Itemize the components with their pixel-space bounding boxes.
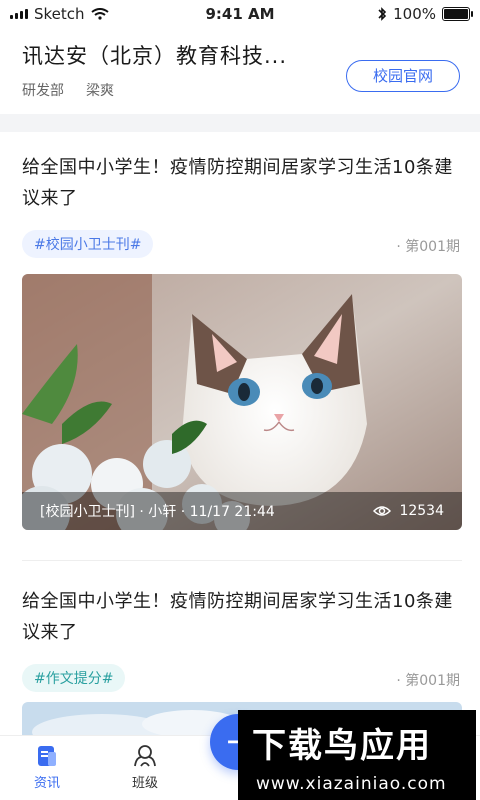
- article-title[interactable]: 给全国中小学生！疫情防控期间居家学习生活10条建议来了: [22, 586, 462, 648]
- nav-label: 班级: [131, 776, 158, 791]
- nav-label: 资讯: [33, 776, 60, 791]
- view-count-value: 12534: [399, 503, 444, 519]
- watermark-banner: 下载鸟应用 www.xiazainiao.com: [238, 710, 476, 800]
- class-icon: [134, 745, 156, 767]
- cover-caption-bar: [校园小卫士刊] · 小轩 · 11/17 21:44 12534: [22, 492, 462, 530]
- topic-tag[interactable]: #作文提分#: [22, 664, 126, 692]
- user-name: 梁爽: [86, 83, 114, 99]
- topic-tag[interactable]: #校园小卫士刊#: [22, 230, 154, 258]
- tag-row: #校园小卫士刊# · 第001期: [22, 226, 462, 262]
- campus-site-button[interactable]: 校园官网: [346, 60, 460, 92]
- tag-row: #作文提分# · 第001期: [22, 660, 462, 696]
- battery-percent: 100%: [393, 5, 436, 23]
- issue-number: · 第001期: [396, 673, 460, 689]
- status-bar: Sketch 9:41 AM 100%: [0, 0, 480, 28]
- watermark-logo: 下载鸟应用: [252, 726, 432, 766]
- watermark-url: www.xiazainiao.com: [256, 774, 447, 794]
- section-separator: [0, 114, 480, 132]
- battery-icon: [442, 7, 473, 21]
- news-icon: [38, 746, 56, 766]
- view-count: 12534: [373, 503, 444, 519]
- eye-icon: [373, 506, 392, 516]
- nav-item-class[interactable]: 班级: [110, 744, 180, 791]
- org-header: 讯达安（北京）教育科技... 研发部 梁爽 校园官网: [22, 40, 462, 110]
- feed-card[interactable]: 给全国中小学生！疫情防控期间居家学习生活10条建议来了 #校园小卫士刊# · 第…: [22, 152, 462, 262]
- card-divider: [22, 560, 462, 561]
- cover-caption: [校园小卫士刊] · 小轩 · 11/17 21:44: [40, 504, 275, 520]
- article-cover-image[interactable]: [校园小卫士刊] · 小轩 · 11/17 21:44 12534: [22, 274, 462, 530]
- article-title[interactable]: 给全国中小学生！疫情防控期间居家学习生活10条建议来了: [22, 152, 462, 214]
- nav-item-news[interactable]: 资讯: [12, 744, 82, 791]
- issue-number: · 第001期: [396, 239, 460, 255]
- status-right: 100%: [377, 5, 473, 23]
- bluetooth-icon: [378, 7, 387, 21]
- feed-card[interactable]: 给全国中小学生！疫情防控期间居家学习生活10条建议来了 #作文提分# · 第00…: [22, 586, 462, 696]
- department-label: 研发部: [22, 83, 64, 99]
